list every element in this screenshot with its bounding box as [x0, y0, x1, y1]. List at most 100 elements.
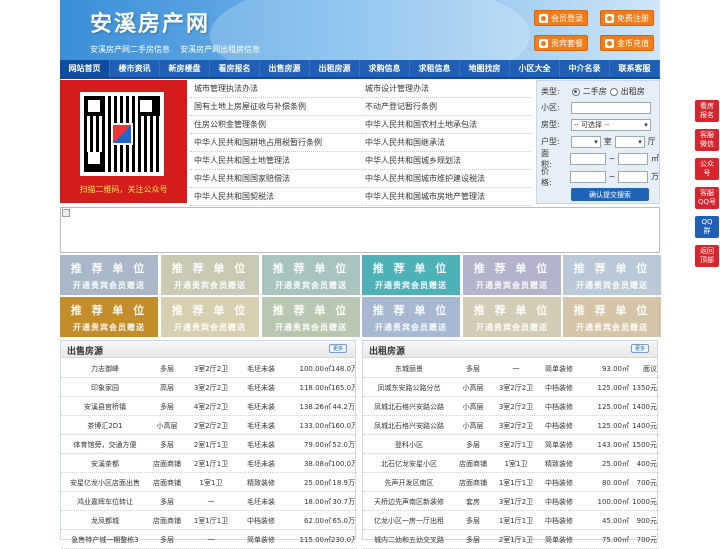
listing-name[interactable]: 凤城北石格兴安路公路: [365, 421, 453, 431]
law-link[interactable]: 中华人民共和国契税法: [190, 188, 360, 206]
listing-name[interactable]: 安溪县官桥镇: [63, 402, 147, 412]
nav-want-buy[interactable]: 求购信息: [360, 60, 410, 77]
sale-listing-row[interactable]: 印象家园 高层 3室2厅2卫 毛坯未装 118.00㎡ 165.0万: [61, 378, 357, 397]
listing-name[interactable]: 东城丽景: [365, 364, 453, 374]
recommended-unit-slot[interactable]: 推 荐 单 位开通贵宾会员赠送: [563, 297, 661, 337]
listing-name[interactable]: 茶博汇2D1: [63, 421, 147, 431]
sale-listing-row[interactable]: 体育馆旁，交通方便 多层 2室1厅1卫 毛坯未装 79.00㎡ 52.0万: [61, 435, 357, 454]
qq-group-side-button[interactable]: QQ 群: [695, 216, 719, 238]
coin-recharge-button[interactable]: 金币充值: [600, 35, 654, 51]
listing-name[interactable]: 北石亿龙安星小区: [365, 459, 453, 469]
area-max-input[interactable]: [618, 152, 648, 165]
secondhand-radio[interactable]: [571, 87, 580, 96]
nav-new-homes[interactable]: 新房楼盘: [160, 60, 210, 77]
listing-name[interactable]: 亿龙小区一房一厅出租: [365, 516, 453, 526]
listing-name[interactable]: 印象家园: [63, 383, 147, 393]
site-subtitle[interactable]: 安溪房产网二手房信息 安溪房产网出租房信息: [90, 44, 260, 55]
rent-listing-row[interactable]: 天桥边先声南区新装修 套房 3室1厅2卫 中档装修 100.00㎡ 1000元: [363, 492, 659, 511]
nav-agents[interactable]: 中介名录: [560, 60, 610, 77]
law-link[interactable]: 中华人民共和国城市房地产管理法: [361, 188, 531, 206]
listing-name[interactable]: 天桥边先声南区新装修: [365, 497, 453, 507]
listing-name[interactable]: 安溪茶都: [63, 459, 147, 469]
law-link[interactable]: 中华人民共和国国家赔偿法: [190, 170, 360, 188]
law-link[interactable]: 中华人民共和国农村土地承包法: [361, 116, 531, 134]
login-button[interactable]: 会员登录: [534, 10, 588, 26]
hall-select[interactable]: ▾: [614, 135, 645, 148]
rental-radio[interactable]: [609, 87, 618, 96]
site-title[interactable]: 安溪房产网: [90, 6, 210, 38]
nav-contact[interactable]: 联系客服: [610, 60, 660, 77]
listing-name[interactable]: 城内二幼和五幼交叉路: [365, 535, 453, 545]
service-wechat-side-button[interactable]: 客服 微信: [695, 129, 719, 151]
recommended-unit-slot[interactable]: 推 荐 单 位开通贵宾会员赠送: [262, 255, 360, 295]
law-link[interactable]: 不动产登记暂行条例: [361, 98, 531, 116]
recommended-unit-slot[interactable]: 推 荐 单 位开通贵宾会员赠送: [463, 255, 561, 295]
community-input[interactable]: [570, 101, 651, 114]
listing-name[interactable]: 急售特产城一期整栋3: [63, 535, 147, 545]
recommended-unit-slot[interactable]: 推 荐 单 位开通贵宾会员赠送: [161, 297, 259, 337]
sale-listing-row[interactable]: 安溪茶都 店面商铺 2室1厅1卫 毛坯未装 38.08㎡ 100.0万: [61, 454, 357, 473]
recommended-unit-slot[interactable]: 推 荐 单 位开通贵宾会员赠送: [563, 255, 661, 295]
nav-map-search[interactable]: 地图找房: [460, 60, 510, 77]
nav-viewing-signup[interactable]: 看房报名: [210, 60, 260, 77]
price-max-input[interactable]: [618, 170, 648, 183]
listing-name[interactable]: 凤城北石格兴安路公路: [365, 402, 453, 412]
law-link[interactable]: 中华人民共和国继承法: [361, 134, 531, 152]
listing-name[interactable]: 登科小区: [365, 440, 453, 450]
law-link[interactable]: 住房公积金管理条例: [190, 116, 360, 134]
sale-listing-row[interactable]: 安溪县官桥镇 多层 4室2厅2卫 毛坯未装 138.26㎡ 44.2万: [61, 397, 357, 416]
vip-package-button[interactable]: 贵宾套餐: [534, 35, 588, 51]
nav-want-rent[interactable]: 求租信息: [410, 60, 460, 77]
sale-listing-row[interactable]: 力志御峰 多层 3室2厅2卫 毛坯未装 100.00㎡ 148.0万: [61, 359, 357, 378]
listing-name[interactable]: 先声开发区南区: [365, 478, 453, 488]
nav-home[interactable]: 网站首页: [60, 60, 110, 77]
listing-name[interactable]: 体育馆旁，交通方便: [63, 440, 147, 450]
service-qq-side-button[interactable]: 客服 QQ号: [695, 187, 719, 209]
law-link[interactable]: 城市管理执法办法: [190, 80, 360, 98]
area-min-input[interactable]: [570, 152, 606, 165]
rent-listing-row[interactable]: 凤城北石格兴安路公路 小高层 3室2厅2卫 中档装修 125.00㎡ 1400元: [363, 416, 659, 435]
law-link[interactable]: 中华人民共和国城乡规划法: [361, 152, 531, 170]
back-to-top-side-button[interactable]: 返回 顶部: [695, 245, 719, 267]
law-link[interactable]: 城市设计管理办法: [361, 80, 531, 98]
law-link[interactable]: 中华人民共和国耕地占用税暂行条例: [190, 134, 360, 152]
price-min-input[interactable]: [570, 170, 606, 183]
rent-listing-row[interactable]: 凤城北石格兴安路公路 小高层 3室2厅2卫 中档装修 125.00㎡ 1400元: [363, 397, 659, 416]
rent-listing-row[interactable]: 北石亿龙安星小区 店面商铺 1室1卫 精致装修 25.00㎡ 400元: [363, 454, 659, 473]
law-link[interactable]: 中华人民共和国土地管理法: [190, 152, 360, 170]
nav-for-sale[interactable]: 出售房源: [260, 60, 310, 77]
law-link[interactable]: 国有土地上房屋征收与补偿条例: [190, 98, 360, 116]
viewing-signup-side-button[interactable]: 看房 报名: [695, 100, 719, 122]
register-button[interactable]: 免费注册: [600, 10, 654, 26]
listing-name[interactable]: 龙凤都城: [63, 516, 147, 526]
recommended-unit-slot[interactable]: 推 荐 单 位开通贵宾会员赠送: [362, 297, 460, 337]
recommended-unit-slot[interactable]: 推 荐 单 位开通贵宾会员赠送: [362, 255, 460, 295]
rent-listing-row[interactable]: 先声开发区南区 店面商铺 1室1厅1卫 中档装修 80.00㎡ 700元: [363, 473, 659, 492]
recommended-unit-slot[interactable]: 推 荐 单 位开通贵宾会员赠送: [161, 255, 259, 295]
recommended-unit-slot[interactable]: 推 荐 单 位开通贵宾会员赠送: [463, 297, 561, 337]
recommended-unit-slot[interactable]: 推 荐 单 位开通贵宾会员赠送: [60, 297, 158, 337]
nav-for-rent[interactable]: 出租房源: [310, 60, 360, 77]
rent-listing-row[interactable]: 东城丽景 多层 一 简单装修 93.00㎡ 面议: [363, 359, 659, 378]
sale-listing-row[interactable]: 鸿业嘉辉车位转让 多层 一 毛坯未装 18.00㎡ 30.7万: [61, 492, 357, 511]
search-submit-button[interactable]: 确认提交搜索: [571, 188, 649, 201]
recommended-unit-slot[interactable]: 推 荐 单 位开通贵宾会员赠送: [60, 255, 158, 295]
sale-listing-row[interactable]: 龙凤都城 店面商铺 1室1厅1卫 中档装修 62.00㎡ 65.0万: [61, 511, 357, 530]
rent-listing-row[interactable]: 凤城东安路公路分岔 小高层 3室2厅2卫 中档装修 125.00㎡ 1350元: [363, 378, 659, 397]
rent-listing-row[interactable]: 登科小区 多层 3室2厅1卫 简单装修 143.00㎡ 1500元: [363, 435, 659, 454]
room-select[interactable]: ▾: [570, 135, 601, 148]
rent-more-button[interactable]: 更多: [631, 344, 649, 353]
sale-listing-row[interactable]: 安星亿龙小区店面出售 店面商铺 1室1卫 精致装修 25.00㎡ 18.9万: [61, 473, 357, 492]
recommended-unit-slot[interactable]: 推 荐 单 位开通贵宾会员赠送: [262, 297, 360, 337]
sale-more-button[interactable]: 更多: [329, 344, 347, 353]
sale-listing-row[interactable]: 茶博汇2D1 小高层 2室2厅2卫 毛坯未装 133.00㎡ 160.0万: [61, 416, 357, 435]
official-account-side-button[interactable]: 公众号: [695, 158, 719, 180]
listing-name[interactable]: 安星亿龙小区店面出售: [63, 478, 147, 488]
nav-communities[interactable]: 小区大全: [510, 60, 560, 77]
house-type-select[interactable]: -- 可选择 -- ▾: [570, 118, 651, 131]
nav-news[interactable]: 楼市资讯: [110, 60, 160, 77]
listing-name[interactable]: 凤城东安路公路分岔: [365, 383, 453, 393]
listing-name[interactable]: 鸿业嘉辉车位转让: [63, 497, 147, 507]
listing-name[interactable]: 力志御峰: [63, 364, 147, 374]
rent-listing-row[interactable]: 亿龙小区一房一厅出租 多层 1室1厅1卫 中档装修 45.00㎡ 900元: [363, 511, 659, 530]
